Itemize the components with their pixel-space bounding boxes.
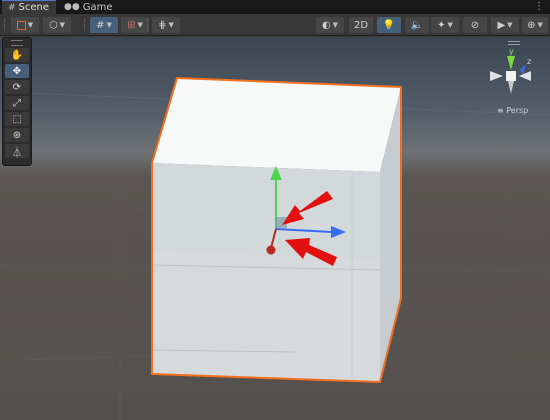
- tool-move[interactable]: ✥: [5, 64, 29, 78]
- gizmo-neg-y-cone[interactable]: [508, 81, 514, 94]
- projection-label[interactable]: ≡ Persp: [497, 106, 528, 115]
- object-mode-button[interactable]: ⬡ ▼: [43, 17, 71, 33]
- lighting-toggle[interactable]: 💡: [377, 17, 401, 33]
- gizmo-mode-icon: [16, 20, 26, 30]
- grid-visibility-button[interactable]: ⋕ ▼: [152, 17, 180, 33]
- tool-transform[interactable]: ⊛: [5, 128, 29, 142]
- effects-button[interactable]: ✦ ▼: [431, 17, 459, 33]
- transform-icon: ⊛: [12, 129, 22, 141]
- hand-icon: ✋: [10, 49, 24, 61]
- palette-drag-handle[interactable]: [11, 40, 23, 46]
- hidden-objects-toggle[interactable]: ⊘: [463, 17, 487, 33]
- speaker-icon: 🔈: [410, 19, 424, 31]
- camera-icon: ▶: [497, 19, 506, 31]
- rotate-icon: ⟳: [12, 81, 22, 93]
- camera-settings-button[interactable]: ▶ ▼: [491, 17, 519, 33]
- gizmo-z-label: z: [527, 57, 531, 66]
- gizmo-neg-x-cone[interactable]: [490, 71, 503, 81]
- gizmo-z-cone[interactable]: [520, 64, 526, 74]
- snap-increment-button[interactable]: ⊞ ▼: [121, 17, 149, 33]
- gizmo-y-label: y: [509, 47, 514, 56]
- toolbar-grip-icon[interactable]: [4, 19, 6, 31]
- mode-2d-label: 2D: [353, 19, 369, 31]
- tool-hand[interactable]: ✋: [5, 48, 29, 62]
- grid-snap-button[interactable]: # ▼: [90, 17, 118, 33]
- rect-tool-icon: ⬚: [12, 113, 22, 125]
- effects-icon: ✦: [437, 19, 446, 31]
- custom-tool-icon: ⏃: [12, 147, 22, 159]
- tab-scene[interactable]: # Scene: [2, 0, 56, 14]
- grid-lines-icon: ⋕: [158, 19, 167, 31]
- tool-rotate[interactable]: ⟳: [5, 80, 29, 94]
- toolbar-grip-icon[interactable]: [84, 19, 86, 31]
- tool-scale[interactable]: ⤢: [5, 96, 29, 110]
- scene-graphics: [0, 76, 550, 420]
- audio-toggle[interactable]: 🔈: [405, 17, 429, 33]
- cube-icon: ⬡: [48, 19, 58, 31]
- tool-palette: ✋ ✥ ⟳ ⤢ ⬚ ⊛ ⏃: [2, 37, 32, 166]
- gizmo-y-cone[interactable]: [507, 56, 515, 70]
- more-options-icon[interactable]: ⋮: [534, 1, 544, 12]
- snap-icon: ⊞: [127, 19, 136, 31]
- gizmo-center-cube[interactable]: [506, 71, 516, 81]
- scale-icon: ⤢: [13, 97, 21, 109]
- cube-top-face: [152, 78, 401, 172]
- z-axis-cap[interactable]: [266, 245, 276, 255]
- shading-icon: ◐: [321, 19, 331, 31]
- globe-icon: ⊕: [527, 19, 536, 31]
- draw-mode-button[interactable]: ◐ ▼: [316, 17, 344, 33]
- tool-rect[interactable]: ⬚: [5, 112, 29, 126]
- tab-game-label: Game: [82, 1, 113, 13]
- hash-icon: #: [8, 2, 16, 13]
- grid-icon: #: [96, 19, 105, 31]
- tab-scene-label: Scene: [18, 2, 50, 13]
- mode-2d-button[interactable]: 2D: [349, 17, 373, 33]
- eye-slash-icon: ⊘: [470, 19, 480, 31]
- gizmos-button[interactable]: ⊕ ▼: [522, 17, 548, 33]
- tab-game[interactable]: ●● Game: [58, 0, 113, 14]
- move-icon: ✥: [12, 65, 22, 77]
- gizmo-x-cone[interactable]: [519, 71, 531, 81]
- lightbulb-icon: 💡: [382, 19, 396, 31]
- toolbar-grip-icon[interactable]: [147, 19, 149, 31]
- gizmo-mode-button[interactable]: ▼: [11, 17, 39, 33]
- scene-toolbar: ▼ ⬡ ▼ # ▼ ⊞ ▼ ⋕ ▼ ◐ ▼ 2D 💡 🔈 ✦ ▼ ⊘ ▶ ▼ ⊕ ▼: [0, 14, 550, 36]
- tool-custom[interactable]: ⏃: [5, 144, 29, 159]
- window-tab-bar: # Scene ●● Game ⋮: [0, 0, 550, 14]
- scene-viewport[interactable]: [0, 37, 550, 420]
- gamepad-icon: ●●: [64, 2, 80, 12]
